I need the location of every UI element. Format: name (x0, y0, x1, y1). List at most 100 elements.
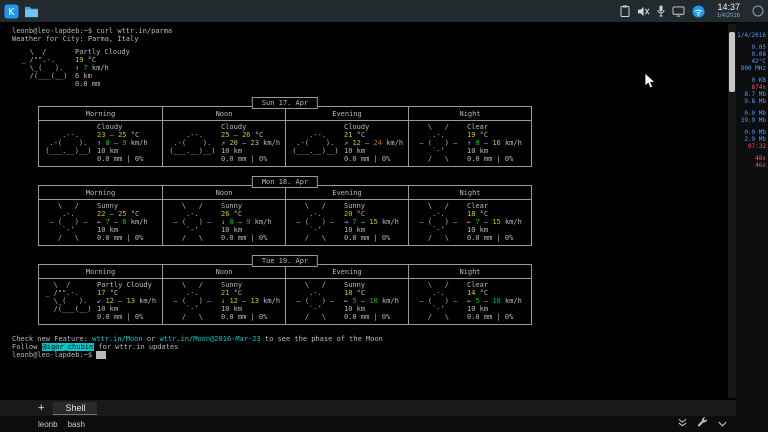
temperature-text: 26 °C (221, 210, 243, 218)
monitor-line: 8.7 Mb (744, 91, 766, 98)
terminal-tabbar: + Shell (0, 400, 736, 416)
forecast-cells-row: \ / _ /"".-. \_( ). /(___(__) Partly Clo… (39, 279, 531, 324)
terminal-line: Check new Feature: wttr.in/Moon or wttr.… (12, 335, 383, 343)
terminal-line: Follow @igor_chubin for wttr.in updates (12, 343, 179, 351)
monitor-line: 800 MHz (740, 65, 766, 72)
network-icon[interactable] (692, 4, 705, 18)
forecast-cell-text: Clear 18 °C ← 7 – 15 km/h 10 km 0.0 mm |… (467, 202, 522, 242)
forecast-cell: \ / .-. ― ( ) ― `-’ / \ Clear 18 °C ← 7 … (408, 200, 531, 245)
forecast-day-label: Tue 19. Apr (251, 255, 319, 267)
weather-icon: \ / .-. ― ( ) ― `-’ / \ (296, 281, 335, 321)
period-header: Morning (85, 110, 116, 118)
condition-text: Sunny (344, 281, 366, 289)
current-conditions-text: Partly Cloudy 19 °C ↑ 7 km/h 6 km 0.0 mm (75, 48, 130, 88)
bottom-bar: leonb bash (0, 416, 736, 432)
microphone-icon[interactable] (657, 5, 665, 17)
weather-icon: \ / .-. ― ( ) ― `-’ / \ (419, 123, 458, 163)
forecast-day: Tue 19. Apr Morning Noon Evening Night \ / … (38, 255, 532, 325)
session-tab-leonb[interactable]: leonb (38, 420, 58, 429)
file-manager-icon[interactable] (24, 5, 39, 18)
session-tab-bash[interactable]: bash (68, 420, 85, 429)
weather-icon: \ / .-. ― ( ) ― `-’ / \ (296, 202, 335, 242)
wrench-icon[interactable] (697, 415, 708, 432)
visibility-text: 10 km (97, 147, 119, 155)
monitor-line: 39.9 Mb (740, 117, 766, 124)
clipboard-icon[interactable] (620, 5, 630, 17)
forecast-cell: \ / .-. ― ( ) ― `-’ / \ Sunny 18 °C ← 5 … (285, 279, 408, 324)
condition-text: Clear (467, 123, 489, 131)
wind-text: ↗ 12 – 24 km/h (344, 139, 404, 147)
current-conditions: \ / _ /"".-. \_( ). /(___(__) Partly Clo… (17, 48, 720, 88)
weather-icon: \ / .-. ― ( ) ― `-’ / \ (419, 281, 458, 321)
forecast-cell: .--. .-( ). (___.__)__) Cloudy 23 – 25 °… (39, 121, 162, 166)
monitor-line: 42°C (751, 58, 766, 65)
condition-text: Sunny (221, 202, 243, 210)
weather-icon: .--. .-( ). (___.__)__) (169, 131, 216, 155)
terminal-line: Weather for City: Parma, Italy (12, 35, 139, 43)
volume-muted-icon[interactable] (637, 6, 650, 17)
terminal-line: leonb@leo-lapdeb:~$ curl wttr.in/parma (12, 27, 173, 35)
chevron-down-icon[interactable] (717, 415, 728, 432)
clock-time: 14:37 (717, 2, 740, 12)
desktop: K 14:37 1/4/2016 leonb@leo-lapdeb:~$ cur… (0, 0, 768, 432)
condition-text: Clear (467, 281, 489, 289)
forecast-cell-text: Partly Cloudy 17 °C ↙ 12 – 13 km/h 10 km… (97, 281, 156, 321)
precipitation-text: 0.0 mm | 0% (467, 234, 514, 242)
new-tab-button[interactable]: + (38, 402, 44, 414)
chevrons-down-icon[interactable] (677, 415, 688, 432)
precipitation-text: 0.0 mm (75, 80, 101, 88)
monitor-line: 1/4/2016 (737, 32, 766, 39)
forecast-cell: .--. .-( ). (___.__)__) Cloudy 21 °C ↗ 1… (285, 121, 408, 166)
wind-text: ↑ 8 – 9 km/h (97, 139, 148, 147)
monitor-line: 0 KB (751, 77, 766, 84)
forecast-cell: \ / .-. ― ( ) ― `-’ / \ Clear 14 °C ← 5 … (408, 279, 531, 324)
show-desktop-icon[interactable] (752, 5, 764, 17)
condition-text: Cloudy (97, 123, 123, 131)
temperature-text: 20 °C (344, 210, 366, 218)
monitor-line: 2.9 Mb (744, 136, 766, 143)
clock[interactable]: 14:37 1/4/2016 (717, 2, 740, 20)
forecast-cell: .--. .-( ). (___.__)__) Cloudy 25 – 26 °… (162, 121, 285, 166)
visibility-text: 10 km (97, 305, 119, 313)
precipitation-text: 0.0 mm | 0% (344, 234, 391, 242)
wind-text: ↑ 7 km/h (75, 64, 109, 72)
visibility-text: 10 km (344, 305, 366, 313)
monitor-line: 0.0 Mb (744, 129, 766, 136)
forecast-cell: \ / .-. ― ( ) ― `-’ / \ Sunny 21 °C ↓ 12… (162, 279, 285, 324)
wind-text: ← 5 – 10 km/h (344, 297, 399, 305)
precipitation-text: 0.0 mm | 0% (467, 313, 514, 321)
period-header-row: Morning Noon Evening Night (39, 186, 531, 200)
monitor-line: 46x (755, 162, 766, 169)
visibility-text: 10 km (221, 226, 243, 234)
top-panel: K 14:37 1/4/2016 (0, 0, 768, 22)
forecast-table: Morning Noon Evening Night .--. .-( ). (___… (38, 106, 532, 167)
visibility-text: 10 km (467, 226, 489, 234)
precipitation-text: 0.0 mm | 0% (221, 313, 268, 321)
display-icon[interactable] (672, 5, 685, 17)
monitor-line: 9.8 Mb (744, 98, 766, 105)
monitor-line: 48x (755, 155, 766, 162)
condition-text: Cloudy (344, 123, 370, 131)
period-header: Night (408, 265, 531, 278)
wind-text: ↓ 12 – 13 km/h (221, 297, 281, 305)
wind-text: → 7 – 15 km/h (344, 218, 399, 226)
terminal-output-bottom: Check new Feature: wttr.in/Moon or wttr.… (12, 335, 720, 359)
period-header: Morning (85, 189, 116, 197)
panel-left: K (4, 3, 39, 19)
precipitation-text: 0.0 mm | 0% (97, 155, 144, 163)
terminal-window[interactable]: leonb@leo-lapdeb:~$ curl wttr.in/parma We… (0, 22, 736, 400)
temperature-text: 19 °C (467, 131, 489, 139)
wind-text: ← 7 – 8 km/h (97, 218, 148, 226)
precipitation-text: 0.0 mm | 0% (97, 234, 144, 242)
forecast-cell: \ / _ /"".-. \_( ). /(___(__) Partly Clo… (39, 279, 162, 324)
forecast-cell-text: Sunny 20 °C → 7 – 15 km/h 10 km 0.0 mm |… (344, 202, 399, 242)
forecast-table: Morning Noon Evening Night \ / _ /"".-. \_(… (38, 264, 532, 325)
weather-icon: .--. .-( ). (___.__)__) (292, 131, 339, 155)
system-tray: 14:37 1/4/2016 (620, 3, 764, 19)
forecast-cells-row: .--. .-( ). (___.__)__) Cloudy 23 – 25 °… (39, 121, 531, 166)
tab-shell[interactable]: Shell (53, 401, 98, 415)
period-header-row: Morning Noon Evening Night (39, 107, 531, 121)
weather-icon: \ / _ /"".-. \_( ). /(___(__) (45, 281, 92, 313)
app-launcher-icon[interactable]: K (4, 3, 19, 19)
temperature-text: 18 °C (344, 289, 366, 297)
